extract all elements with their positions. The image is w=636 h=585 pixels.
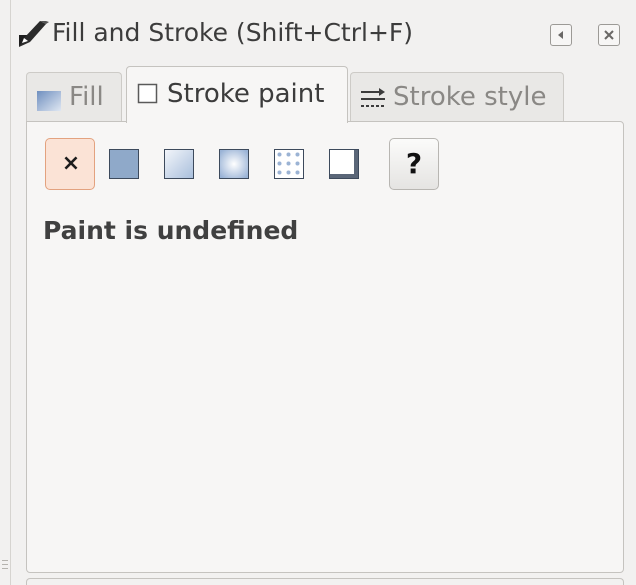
pattern-button[interactable] bbox=[274, 149, 304, 179]
tab-stroke-style-label: Stroke style bbox=[393, 82, 547, 112]
no-paint-x-icon: × bbox=[61, 151, 81, 176]
tab-fill-label: Fill bbox=[69, 82, 104, 112]
tab-stroke-paint-label: Stroke paint bbox=[167, 79, 325, 109]
dock-edge bbox=[10, 0, 11, 585]
swatch-button[interactable] bbox=[329, 149, 359, 179]
paint-status-text: Paint is undefined bbox=[43, 216, 299, 245]
fill-stroke-brush-icon bbox=[16, 20, 50, 49]
no-paint-button[interactable]: × bbox=[45, 138, 95, 190]
collapse-left-icon bbox=[558, 31, 563, 39]
next-dock-panel-edge bbox=[26, 578, 624, 585]
collapse-button[interactable] bbox=[550, 24, 572, 46]
linear-gradient-button[interactable] bbox=[164, 149, 194, 179]
stroke-paint-panel: × ? Paint is undefined bbox=[26, 121, 624, 573]
dialog-titlebar: Fill and Stroke (Shift+Ctrl+F) bbox=[14, 8, 632, 58]
tab-stroke-style[interactable]: Stroke style bbox=[350, 72, 564, 122]
flat-color-button[interactable] bbox=[109, 149, 139, 179]
fill-swatch-icon bbox=[37, 91, 61, 115]
stroke-style-lines-icon bbox=[359, 87, 387, 115]
fill-and-stroke-dialog: Fill and Stroke (Shift+Ctrl+F) Fill Stro… bbox=[0, 0, 636, 585]
dialog-title: Fill and Stroke (Shift+Ctrl+F) bbox=[52, 18, 414, 47]
tab-bar: Fill Stroke paint Stroke style bbox=[26, 66, 626, 123]
tab-fill[interactable]: Fill bbox=[26, 72, 122, 122]
stroke-paint-checkbox-icon bbox=[137, 83, 159, 109]
radial-gradient-button[interactable] bbox=[219, 149, 249, 179]
dock-handle[interactable] bbox=[2, 560, 8, 574]
unset-question-icon: ? bbox=[405, 147, 423, 180]
close-icon bbox=[604, 30, 614, 40]
tab-stroke-paint[interactable]: Stroke paint bbox=[126, 66, 348, 123]
unset-paint-button[interactable]: ? bbox=[389, 138, 439, 190]
close-button[interactable] bbox=[598, 24, 620, 46]
